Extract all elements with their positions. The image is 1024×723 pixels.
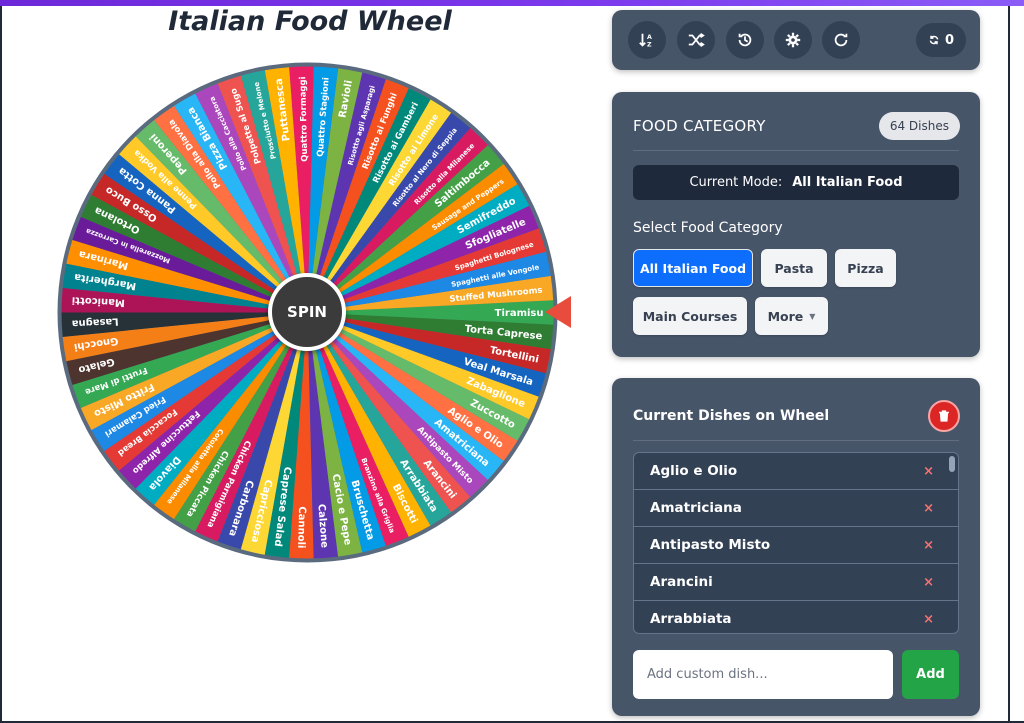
settings-button[interactable] (774, 21, 812, 59)
mode-value: All Italian Food (792, 175, 903, 190)
gear-icon (785, 32, 801, 48)
list-item: Arancini × (634, 564, 958, 601)
wheel-segment-label: Quattro Formaggi (298, 76, 310, 162)
dish-name: Arrabbiata (650, 611, 732, 627)
select-category-label: Select Food Category (633, 220, 783, 236)
frame-border-left (0, 6, 2, 723)
dishes-heading: Current Dishes on Wheel (633, 408, 830, 424)
category-more-dropdown[interactable]: More ▼ (755, 297, 828, 335)
toolbar-panel: A Z 0 (612, 10, 980, 70)
current-dishes-panel: Current Dishes on Wheel Aglio e Olio × A… (612, 378, 980, 716)
mode-label: Current Mode: (689, 175, 783, 190)
history-button[interactable] (726, 21, 764, 59)
spin-button[interactable]: SPIN (268, 273, 346, 351)
remove-dish-button[interactable]: × (923, 538, 934, 553)
spin-counter: 0 (916, 23, 966, 57)
list-item: Antipasto Misto × (634, 527, 958, 564)
frame-border-right (1008, 6, 1010, 723)
category-button-main-courses[interactable]: Main Courses (633, 297, 747, 335)
wheel-pointer-icon (545, 296, 571, 328)
category-button-all-italian-food[interactable]: All Italian Food (633, 249, 753, 287)
dish-name: Arancini (650, 574, 713, 590)
wheel-segment-label: Lasagna (71, 315, 118, 328)
wheel-segment-label: Cannoli (295, 506, 307, 548)
dish-name: Aglio e Olio (650, 463, 738, 479)
current-mode-display: Current Mode: All Italian Food (633, 165, 959, 200)
divider (633, 150, 959, 151)
shuffle-button[interactable] (677, 21, 715, 59)
category-button-pizza[interactable]: Pizza (835, 249, 896, 287)
sync-icon (929, 35, 939, 45)
sort-button[interactable]: A Z (628, 21, 666, 59)
list-item: Arrabbiata × (634, 601, 958, 633)
dish-name: Amatriciana (650, 500, 742, 516)
remove-dish-button[interactable]: × (923, 575, 934, 590)
list-item: Amatriciana × (634, 490, 958, 527)
category-heading: FOOD CATEGORY (633, 117, 766, 135)
dish-name: Antipasto Misto (650, 537, 771, 553)
spin-count-value: 0 (944, 32, 955, 48)
category-button-pasta[interactable]: Pasta (761, 249, 827, 287)
remove-dish-button[interactable]: × (923, 501, 934, 516)
wheel-segment-label: Tiramisu (495, 308, 544, 319)
page-title: Italian Food Wheel (168, 6, 452, 37)
dish-count-badge: 64 Dishes (878, 112, 960, 140)
remove-dish-button[interactable]: × (923, 612, 934, 627)
dish-list[interactable]: Aglio e Olio × Amatriciana × Antipasto M… (633, 452, 959, 634)
sort-icon: A Z (639, 33, 652, 48)
refresh-icon (834, 33, 848, 47)
custom-dish-input[interactable] (633, 650, 893, 699)
reset-button[interactable] (822, 21, 860, 59)
svg-text:A: A (647, 34, 652, 41)
remove-dish-button[interactable]: × (923, 464, 934, 479)
svg-text:Z: Z (647, 41, 652, 48)
more-label: More (767, 308, 804, 324)
shuffle-icon (688, 32, 705, 48)
divider (633, 440, 959, 441)
trash-icon (939, 410, 949, 422)
history-icon (738, 33, 752, 47)
spin-wheel[interactable]: Tiramisu Stuffed Mushrooms Spaghetti alle … (55, 60, 560, 565)
clear-all-button[interactable] (928, 400, 960, 432)
caret-down-icon: ▼ (809, 311, 816, 321)
food-category-panel: FOOD CATEGORY 64 Dishes Current Mode: Al… (612, 92, 980, 357)
list-item: Aglio e Olio × (634, 453, 958, 490)
add-dish-button[interactable]: Add (902, 650, 959, 699)
